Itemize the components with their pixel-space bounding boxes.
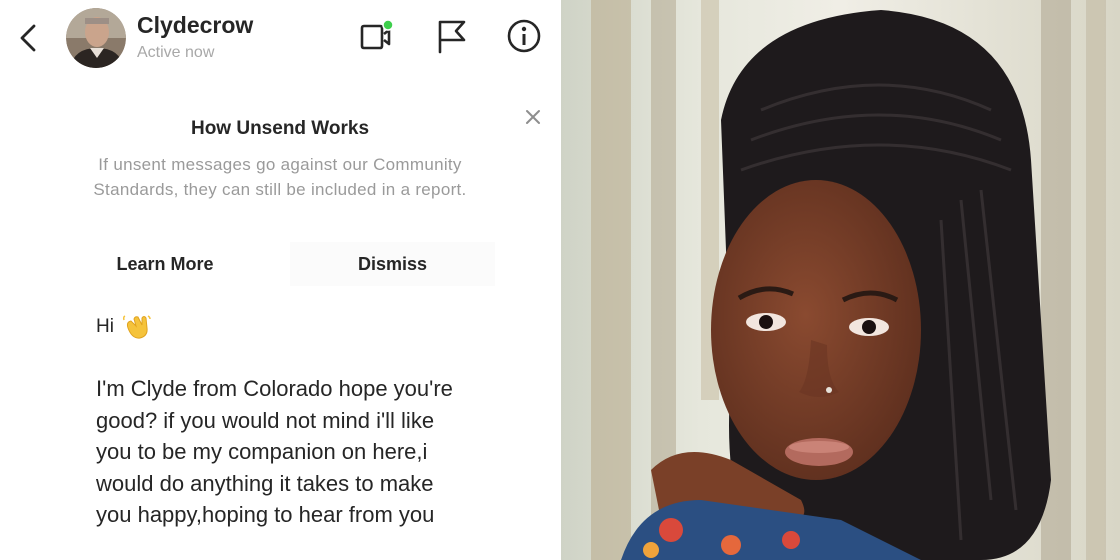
chat-pane: Clydecrow Active now How Unsend Works If… bbox=[0, 0, 560, 560]
notice-body: If unsent messages go against our Commun… bbox=[93, 155, 467, 199]
dismiss-button[interactable]: Dismiss bbox=[290, 242, 495, 286]
chat-header: Clydecrow Active now bbox=[0, 0, 560, 80]
waving-hand-icon bbox=[122, 314, 152, 340]
message-bubble: Hi bbox=[96, 314, 152, 340]
profile-photo bbox=[561, 0, 1120, 560]
back-icon[interactable] bbox=[14, 20, 44, 56]
username[interactable]: Clydecrow bbox=[137, 12, 253, 39]
video-call-icon[interactable] bbox=[354, 14, 398, 58]
online-indicator bbox=[382, 19, 394, 31]
flag-icon[interactable] bbox=[430, 14, 474, 58]
message-text: I'm Clyde from Colorado hope you're good… bbox=[96, 376, 453, 527]
notice-title: How Unsend Works bbox=[190, 118, 370, 139]
learn-more-button[interactable]: Learn More bbox=[60, 242, 270, 286]
message-text: Hi bbox=[96, 316, 114, 337]
info-icon[interactable] bbox=[502, 14, 546, 58]
active-status: Active now bbox=[137, 44, 215, 61]
avatar[interactable] bbox=[66, 8, 126, 68]
